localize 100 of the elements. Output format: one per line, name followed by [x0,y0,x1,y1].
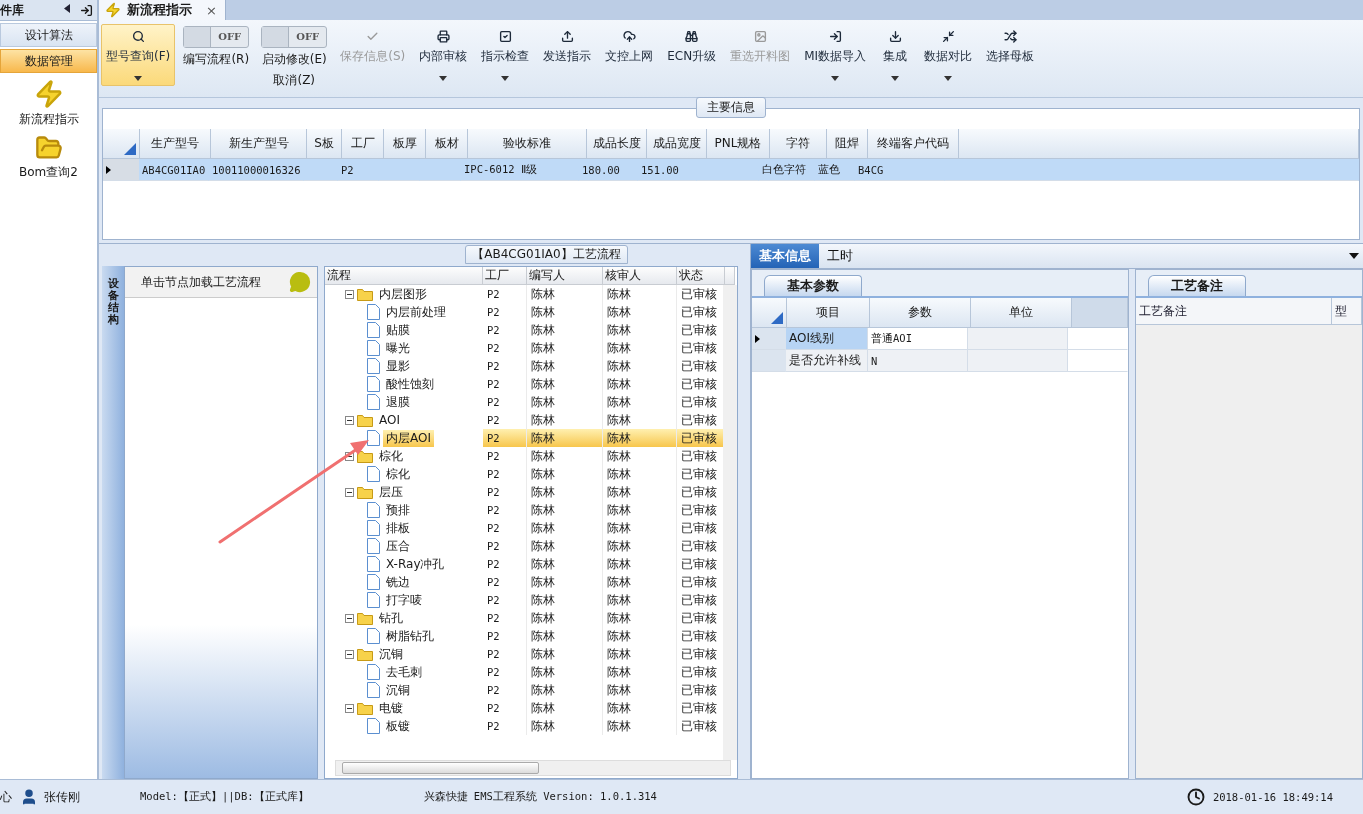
column-header: 板材 [426,129,468,159]
table-cell: 陈林 [527,663,603,681]
tree-node[interactable]: AOI [376,413,403,427]
tree-node[interactable]: X-Ray冲孔 [383,555,448,573]
collapse-icon[interactable] [345,289,354,299]
tree-node[interactable]: 沉铜 [383,681,413,699]
table-cell: P2 [483,627,527,645]
shortcut-label[interactable]: 新流程指示 [18,111,79,128]
tree-node[interactable]: 预排 [383,501,413,519]
table-cell: 陈林 [527,681,603,699]
toolbar-button[interactable]: ECN升级 [662,24,722,86]
tab[interactable]: 工时 [819,244,861,268]
tree-node[interactable]: 打字唛 [383,591,425,609]
table-cell: 陈林 [603,447,677,465]
scrollbar[interactable] [723,285,737,760]
lightning-icon [105,2,121,18]
table-cell: 陈林 [603,465,677,483]
column-header: 核审人 [603,267,677,285]
table-cell: 陈林 [603,321,677,339]
table-cell: 151.00 [638,159,697,181]
tree-node[interactable]: 钻孔 [376,609,406,627]
toolbar-button[interactable]: 发送指示 [538,24,597,86]
tree-node[interactable]: 棕化 [376,447,406,465]
corner-icon [771,312,783,324]
table-cell: P2 [483,519,527,537]
tree-node[interactable]: 铣边 [383,573,413,591]
tab[interactable]: 基本参数 [764,275,862,296]
column-header: 工厂 [483,267,527,285]
toolbar-icon [498,30,512,43]
collapse-icon[interactable] [345,487,354,497]
file-icon [367,682,380,698]
tree-node[interactable]: 棕化 [383,465,413,483]
tree-node[interactable]: 内层前处理 [383,303,449,321]
toolbar-button[interactable]: 文控上网 [600,24,659,86]
tree-node[interactable]: 沉铜 [376,645,406,663]
shortcut-label[interactable]: Bom查询2 [19,164,78,181]
tree-node[interactable]: 去毛刺 [383,663,425,681]
toggle-switch[interactable]: OFF [261,26,328,48]
tab[interactable]: 工艺备注 [1148,275,1246,296]
tree-node[interactable]: 排板 [383,519,413,537]
file-icon [367,358,380,374]
status-text: Model:【正式】||DB:【正式库】 [140,790,309,804]
tree-node[interactable]: 层压 [376,483,406,501]
toolbar-icon [560,30,574,43]
collapse-icon[interactable] [345,415,354,425]
table-cell: 陈林 [527,339,603,357]
collapse-icon[interactable] [345,649,354,659]
tree-node[interactable]: 贴膜 [383,321,413,339]
file-icon [367,430,380,446]
folder-icon [357,701,373,715]
toggle-label: 取消(Z) [273,72,316,89]
toolbar-icon [753,30,767,43]
tree-node[interactable]: 内层图形 [376,285,430,303]
tree-node[interactable]: 板镀 [383,717,413,735]
tree-node[interactable]: 曝光 [383,339,413,357]
column-header: 板厚 [384,129,426,159]
table-cell: 陈林 [603,645,677,663]
side-tab[interactable]: 设备结构 [102,266,124,779]
table-cell: 陈林 [527,303,603,321]
tree-node[interactable]: 显影 [383,357,413,375]
table-cell: 陈林 [603,627,677,645]
folder-icon [357,647,373,661]
document-tab[interactable]: 新流程指示 × [99,0,226,20]
tab[interactable]: 基本信息 [751,244,819,268]
sidebar-item[interactable]: 数据管理 [0,49,97,73]
toolbar-button[interactable]: 型号查询(F) [101,24,176,86]
tree-node[interactable]: 退膜 [383,393,413,411]
left-arrow-icon[interactable] [64,3,70,13]
file-icon [367,304,380,320]
panel-title: 件库 [0,1,24,19]
tree-node[interactable]: 内层AOI [383,429,434,447]
file-icon [367,664,380,680]
dropdown-icon[interactable] [1349,253,1359,259]
table-cell: 陈林 [527,447,603,465]
toolbar-button[interactable]: 集成 [875,24,916,86]
toolbar-button[interactable]: 数据对比 [919,24,978,86]
toolbar-button[interactable]: 内部审核 [414,24,473,86]
sidebar-item[interactable]: 设计算法 [0,23,97,47]
table-cell: 陈林 [603,339,677,357]
table-cell: P2 [483,573,527,591]
table-cell: 陈林 [603,357,677,375]
toggle-switch[interactable]: OFF [183,26,250,48]
tree-node[interactable]: 电镀 [376,699,406,717]
collapse-icon[interactable] [345,703,354,713]
toolbar-button[interactable]: MI数据导入 [799,24,872,86]
tree-node[interactable]: 压合 [383,537,413,555]
speech-bubble-icon [289,271,311,293]
file-icon [367,574,380,590]
tree-node[interactable]: 树脂钻孔 [383,627,437,645]
toolbar-button[interactable]: 选择母板 [981,24,1040,86]
toolbar-icon [685,30,699,43]
toolbar-button[interactable]: 指示检查 [476,24,535,86]
collapse-icon[interactable] [345,613,354,623]
toolbar-icon [828,30,842,43]
close-button[interactable]: × [206,2,217,18]
collapse-icon[interactable] [345,451,354,461]
scrollbar[interactable] [335,760,731,776]
table-cell: 陈林 [603,537,677,555]
status-time: 2018-01-16 18:49:14 [1212,791,1333,803]
tree-node[interactable]: 酸性蚀刻 [383,375,437,393]
